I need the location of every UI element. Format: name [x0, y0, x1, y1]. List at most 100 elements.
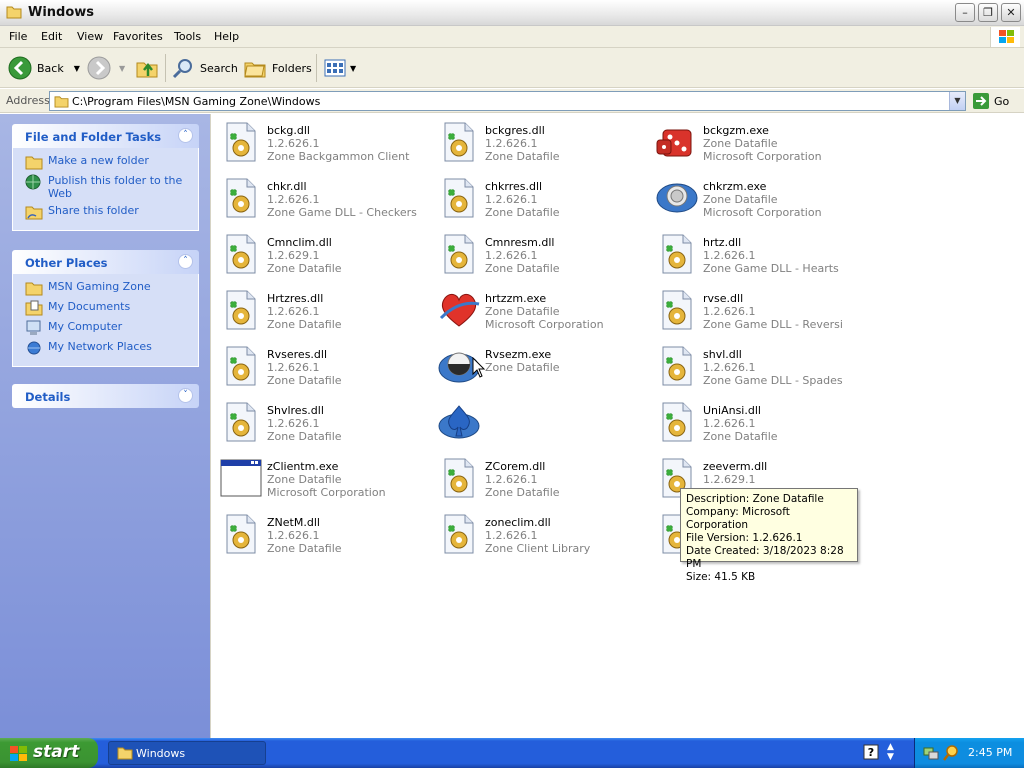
clock: 2:45 PM: [968, 746, 1013, 759]
expand-chevron-icon[interactable]: ˅: [178, 388, 193, 403]
file-detail-2: Zone Datafile: [267, 318, 342, 331]
place-msn-gaming-zone[interactable]: MSN Gaming Zone: [25, 280, 198, 300]
tray-expand-icon[interactable]: ▲ ▼: [887, 742, 894, 762]
file-folder-tasks-header[interactable]: File and Folder Tasks ˄: [12, 124, 199, 148]
menu-help[interactable]: Help: [214, 30, 239, 43]
task-publish-to-web[interactable]: Publish this folder to the Web: [25, 174, 198, 204]
file-item[interactable]: hrtz.dll 1.2.626.1 Zone Game DLL - Hearts: [651, 228, 865, 278]
file-item[interactable]: chkrzm.exe Zone Datafile Microsoft Corpora…: [651, 172, 865, 222]
up-folder-button[interactable]: [135, 53, 159, 83]
file-name: ZNetM.dll: [267, 516, 320, 529]
file-item[interactable]: Cmnresm.dll 1.2.626.1 Zone Datafile: [433, 228, 647, 278]
up-folder-icon: [136, 62, 158, 78]
file-item[interactable]: zClientm.exe Zone Datafile Microsoft Corpo…: [215, 452, 429, 502]
search-button[interactable]: Search: [171, 53, 238, 83]
file-item[interactable]: Shvlres.dll 1.2.626.1 Zone Datafile: [215, 396, 429, 446]
tooltip-version: File Version: 1.2.626.1: [686, 532, 803, 544]
file-item[interactable]: Cmnclim.dll 1.2.629.1 Zone Datafile: [215, 228, 429, 278]
taskbar-window-item[interactable]: Windows: [108, 741, 266, 765]
place-my-computer[interactable]: My Computer: [25, 320, 198, 340]
menu-file[interactable]: File: [9, 30, 27, 43]
file-name: Hrtzres.dll: [267, 292, 324, 305]
back-label: Back: [37, 61, 64, 75]
file-name: zeeverm.dll: [703, 460, 768, 473]
panel-title: Other Places: [25, 256, 108, 270]
file-item[interactable]: ZNetM.dll 1.2.626.1 Zone Datafile: [215, 508, 429, 558]
file-name: hrtzzm.exe: [485, 292, 547, 305]
menu-bar: File Edit View Favorites Tools Help: [0, 26, 1024, 48]
file-item[interactable]: ZCorem.dll 1.2.626.1 Zone Datafile: [433, 452, 647, 502]
minimize-button[interactable]: –: [955, 3, 975, 22]
go-label: Go: [994, 94, 1010, 108]
menu-tools[interactable]: Tools: [174, 30, 201, 43]
folder-icon: [25, 282, 43, 296]
file-detail-2: Zone Game DLL - Hearts: [703, 262, 839, 275]
back-arrow-icon: [8, 56, 32, 80]
file-name: Rvsezm.exe: [485, 348, 552, 361]
file-detail-1: 1.2.626.1: [485, 193, 538, 206]
folders-icon: [244, 62, 266, 78]
file-item[interactable]: chkrres.dll 1.2.626.1 Zone Datafile: [433, 172, 647, 222]
file-item[interactable]: bckg.dll 1.2.626.1 Zone Backgammon Client: [215, 116, 429, 166]
search-label: Search: [200, 61, 238, 75]
file-item[interactable]: zoneclim.dll 1.2.626.1 Zone Client Library: [433, 508, 647, 558]
details-panel: Details ˅: [12, 384, 199, 408]
collapse-chevron-icon[interactable]: ˄: [178, 128, 193, 143]
address-input[interactable]: C:\Program Files\MSN Gaming Zone\Windows…: [49, 91, 966, 111]
task-share-folder[interactable]: Share this folder: [25, 204, 198, 224]
task-pane: File and Folder Tasks ˄ Make a new folde…: [0, 114, 210, 738]
search-tray-icon[interactable]: [943, 745, 959, 761]
address-dropdown-button[interactable]: ▼: [949, 92, 965, 110]
file-item[interactable]: bckgres.dll 1.2.626.1 Zone Datafile: [433, 116, 647, 166]
dll-file-icon: [437, 512, 481, 556]
file-name: rvse.dll: [703, 292, 744, 305]
file-detail-2: Zone Datafile: [267, 262, 342, 275]
maximize-button[interactable]: ❐: [978, 3, 998, 22]
network-icon: [27, 341, 41, 355]
close-button[interactable]: ✕: [1001, 3, 1021, 22]
dll-file-icon: [655, 232, 699, 276]
file-item[interactable]: hrtzzm.exe Zone Datafile Microsoft Corpora…: [433, 284, 647, 334]
file-item[interactable]: UniAnsi.dll 1.2.626.1 Zone Datafile: [651, 396, 865, 446]
menu-edit[interactable]: Edit: [41, 30, 62, 43]
other-places-header[interactable]: Other Places ˄: [12, 250, 199, 274]
go-button[interactable]: Go: [972, 92, 1009, 110]
menu-view[interactable]: View: [77, 30, 103, 43]
file-name: chkr.dll: [267, 180, 307, 193]
file-name: bckg.dll: [267, 124, 310, 137]
file-item[interactable]: [433, 396, 647, 446]
address-path: C:\Program Files\MSN Gaming Zone\Windows: [72, 95, 321, 108]
folders-button[interactable]: Folders: [243, 53, 312, 83]
file-item[interactable]: Hrtzres.dll 1.2.626.1 Zone Datafile: [215, 284, 429, 334]
file-item[interactable]: chkr.dll 1.2.626.1 Zone Game DLL - Checker…: [215, 172, 429, 222]
file-item[interactable]: bckgzm.exe Zone Datafile Microsoft Corpora…: [651, 116, 865, 166]
file-info-tooltip: Description: Zone Datafile Company: Micr…: [680, 488, 858, 583]
network-tray-icon[interactable]: [923, 745, 939, 761]
file-detail-2: Zone Datafile: [485, 150, 560, 163]
file-name: zClientm.exe: [267, 460, 339, 473]
views-button[interactable]: ▼: [323, 53, 356, 83]
file-item[interactable]: rvse.dll 1.2.626.1 Zone Game DLL - Reversi: [651, 284, 865, 334]
dll-file-icon: [219, 512, 263, 556]
help-icon[interactable]: ?: [863, 744, 879, 760]
file-item[interactable]: Rvsezm.exe Zone Datafile: [433, 340, 647, 390]
collapse-chevron-icon[interactable]: ˄: [178, 254, 193, 269]
back-dropdown-icon[interactable]: ▼: [74, 64, 80, 73]
task-make-new-folder[interactable]: Make a new folder: [25, 154, 198, 174]
place-my-documents[interactable]: My Documents: [25, 300, 198, 320]
place-my-network-places[interactable]: My Network Places: [25, 340, 198, 360]
views-dropdown-icon: ▼: [350, 63, 357, 73]
start-button[interactable]: start: [0, 738, 98, 768]
details-header[interactable]: Details ˅: [12, 384, 199, 408]
menu-favorites[interactable]: Favorites: [113, 30, 163, 43]
go-arrow-icon: [973, 93, 989, 109]
address-label: Address: [6, 94, 50, 107]
start-label: start: [33, 742, 80, 762]
file-detail-2: Zone Datafile: [485, 486, 560, 499]
file-item[interactable]: Rvseres.dll 1.2.626.1 Zone Datafile: [215, 340, 429, 390]
file-item[interactable]: shvl.dll 1.2.626.1 Zone Game DLL - Spades: [651, 340, 865, 390]
file-detail-2: Zone Backgammon Client: [267, 150, 410, 163]
back-button[interactable]: Back ▼: [8, 53, 80, 83]
forward-button[interactable]: ▼: [87, 53, 125, 83]
windows-logo-icon: [990, 27, 1020, 47]
